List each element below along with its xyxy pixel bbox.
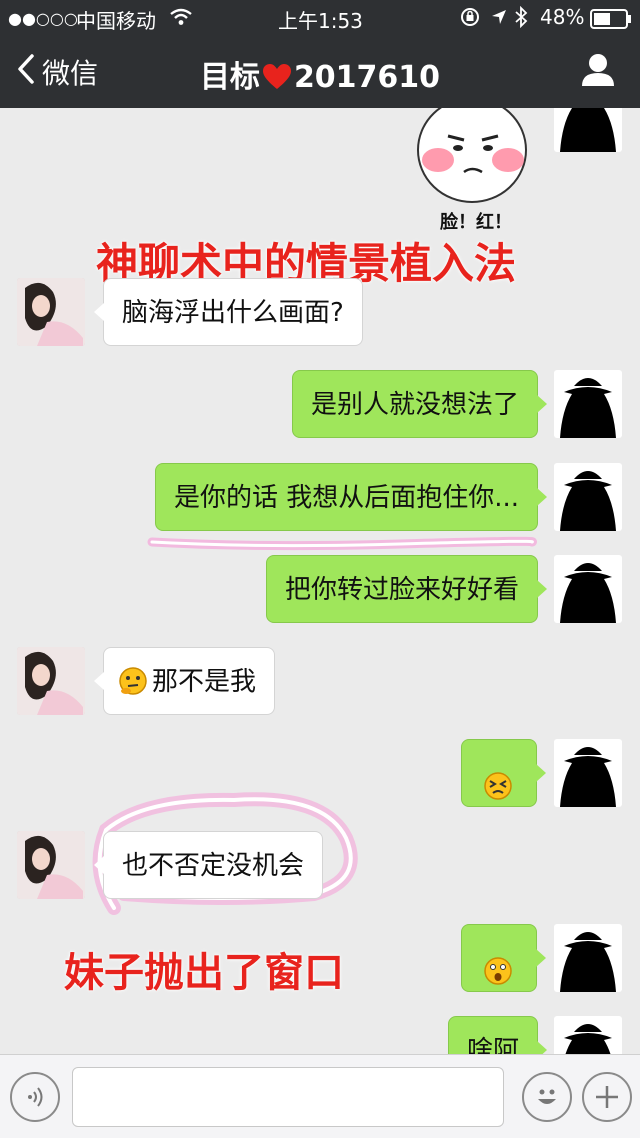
- contact-avatar[interactable]: [17, 647, 85, 715]
- hooded-figure-icon: [564, 1024, 612, 1054]
- carrier-name: 中国移动: [76, 9, 156, 33]
- clock: 上午1:53: [278, 9, 363, 33]
- contact-info-button[interactable]: [580, 52, 616, 88]
- my-avatar[interactable]: [554, 108, 622, 152]
- message-text: 也不否定没机会: [122, 851, 305, 881]
- status-bar: ●●○○○ 中国移动 上午1:53 48%: [0, 0, 640, 36]
- more-button[interactable]: [582, 1072, 632, 1122]
- smiley-icon: [529, 1079, 565, 1119]
- my-avatar[interactable]: [554, 463, 622, 531]
- thinking-emoji-icon: [118, 654, 148, 722]
- battery-percent: 48%: [540, 5, 585, 29]
- blushing-face-icon: [417, 108, 527, 203]
- message-text: 把你转过脸来好好看: [284, 575, 519, 605]
- chat-title: 目标 2017610: [0, 52, 640, 99]
- message-text: 是别人就没想法了: [310, 390, 519, 420]
- message-bubble[interactable]: 脑海浮出什么画面?: [94, 278, 363, 346]
- dizzy-face-emoji-icon: [483, 759, 513, 827]
- message-text: 啥阿: [466, 1036, 519, 1054]
- my-avatar[interactable]: [554, 370, 622, 438]
- message-bubble[interactable]: 是你的话 我想从后面抱住你...: [154, 463, 548, 531]
- wifi-icon: [170, 7, 192, 31]
- location-icon: [490, 7, 508, 31]
- nav-bar: 微信 目标 2017610: [0, 36, 640, 108]
- message-bubble[interactable]: [461, 924, 546, 992]
- hooded-figure-icon: [560, 563, 616, 623]
- hooded-figure-icon: [560, 747, 616, 807]
- message-text: 是你的话 我想从后面抱住你...: [173, 483, 519, 513]
- hooded-figure-icon: [560, 108, 616, 152]
- message-bubble[interactable]: 那不是我: [93, 647, 276, 715]
- signal-strength: ●●○○○: [8, 9, 78, 28]
- input-bar: [0, 1054, 640, 1138]
- voice-icon: [24, 1085, 48, 1113]
- rotation-lock-icon: [460, 7, 480, 32]
- message-bubble[interactable]: [461, 739, 546, 807]
- message-bubble[interactable]: 也不否定没机会: [93, 831, 324, 899]
- astonished-emoji-icon: [483, 944, 513, 1012]
- voice-button[interactable]: [10, 1072, 60, 1122]
- blushing-face-sticker[interactable]: 脸！红！: [412, 108, 542, 233]
- girl-photo-icon: [17, 831, 85, 899]
- my-avatar[interactable]: [554, 1016, 622, 1054]
- message-bubble[interactable]: 啥阿: [447, 1016, 548, 1054]
- contact-avatar[interactable]: [17, 831, 85, 899]
- message-bubble[interactable]: 把你转过脸来好好看: [265, 555, 548, 623]
- heart-icon: [262, 63, 292, 99]
- person-icon: [580, 54, 616, 92]
- hooded-figure-icon: [560, 378, 616, 438]
- bluetooth-icon: [514, 5, 528, 33]
- message-text: 脑海浮出什么画面?: [122, 298, 344, 328]
- title-prefix: 目标: [199, 60, 260, 95]
- hooded-figure-icon: [560, 932, 616, 992]
- girl-photo-icon: [17, 278, 85, 346]
- girl-photo-icon: [17, 647, 85, 715]
- pink-underline-highlight: [147, 536, 537, 551]
- message-text: 那不是我: [152, 667, 257, 697]
- contact-avatar[interactable]: [17, 278, 85, 346]
- chat-area[interactable]: 脸！红！ 神聊术中的情景植入法 脑海浮出什么画面? 是别人就没想法了 是你的话 …: [0, 108, 640, 1054]
- my-avatar[interactable]: [554, 555, 622, 623]
- my-avatar[interactable]: [554, 739, 622, 807]
- emoji-button[interactable]: [522, 1072, 572, 1122]
- title-suffix: 2017610: [293, 60, 441, 95]
- hooded-figure-icon: [560, 471, 616, 531]
- message-bubble[interactable]: 是别人就没想法了: [291, 370, 548, 438]
- plus-icon: [593, 1083, 621, 1115]
- window-note-overlay: 妹子抛出了窗口: [64, 950, 344, 996]
- battery-icon: [590, 9, 632, 34]
- my-avatar[interactable]: [554, 924, 622, 992]
- message-input[interactable]: [72, 1067, 504, 1127]
